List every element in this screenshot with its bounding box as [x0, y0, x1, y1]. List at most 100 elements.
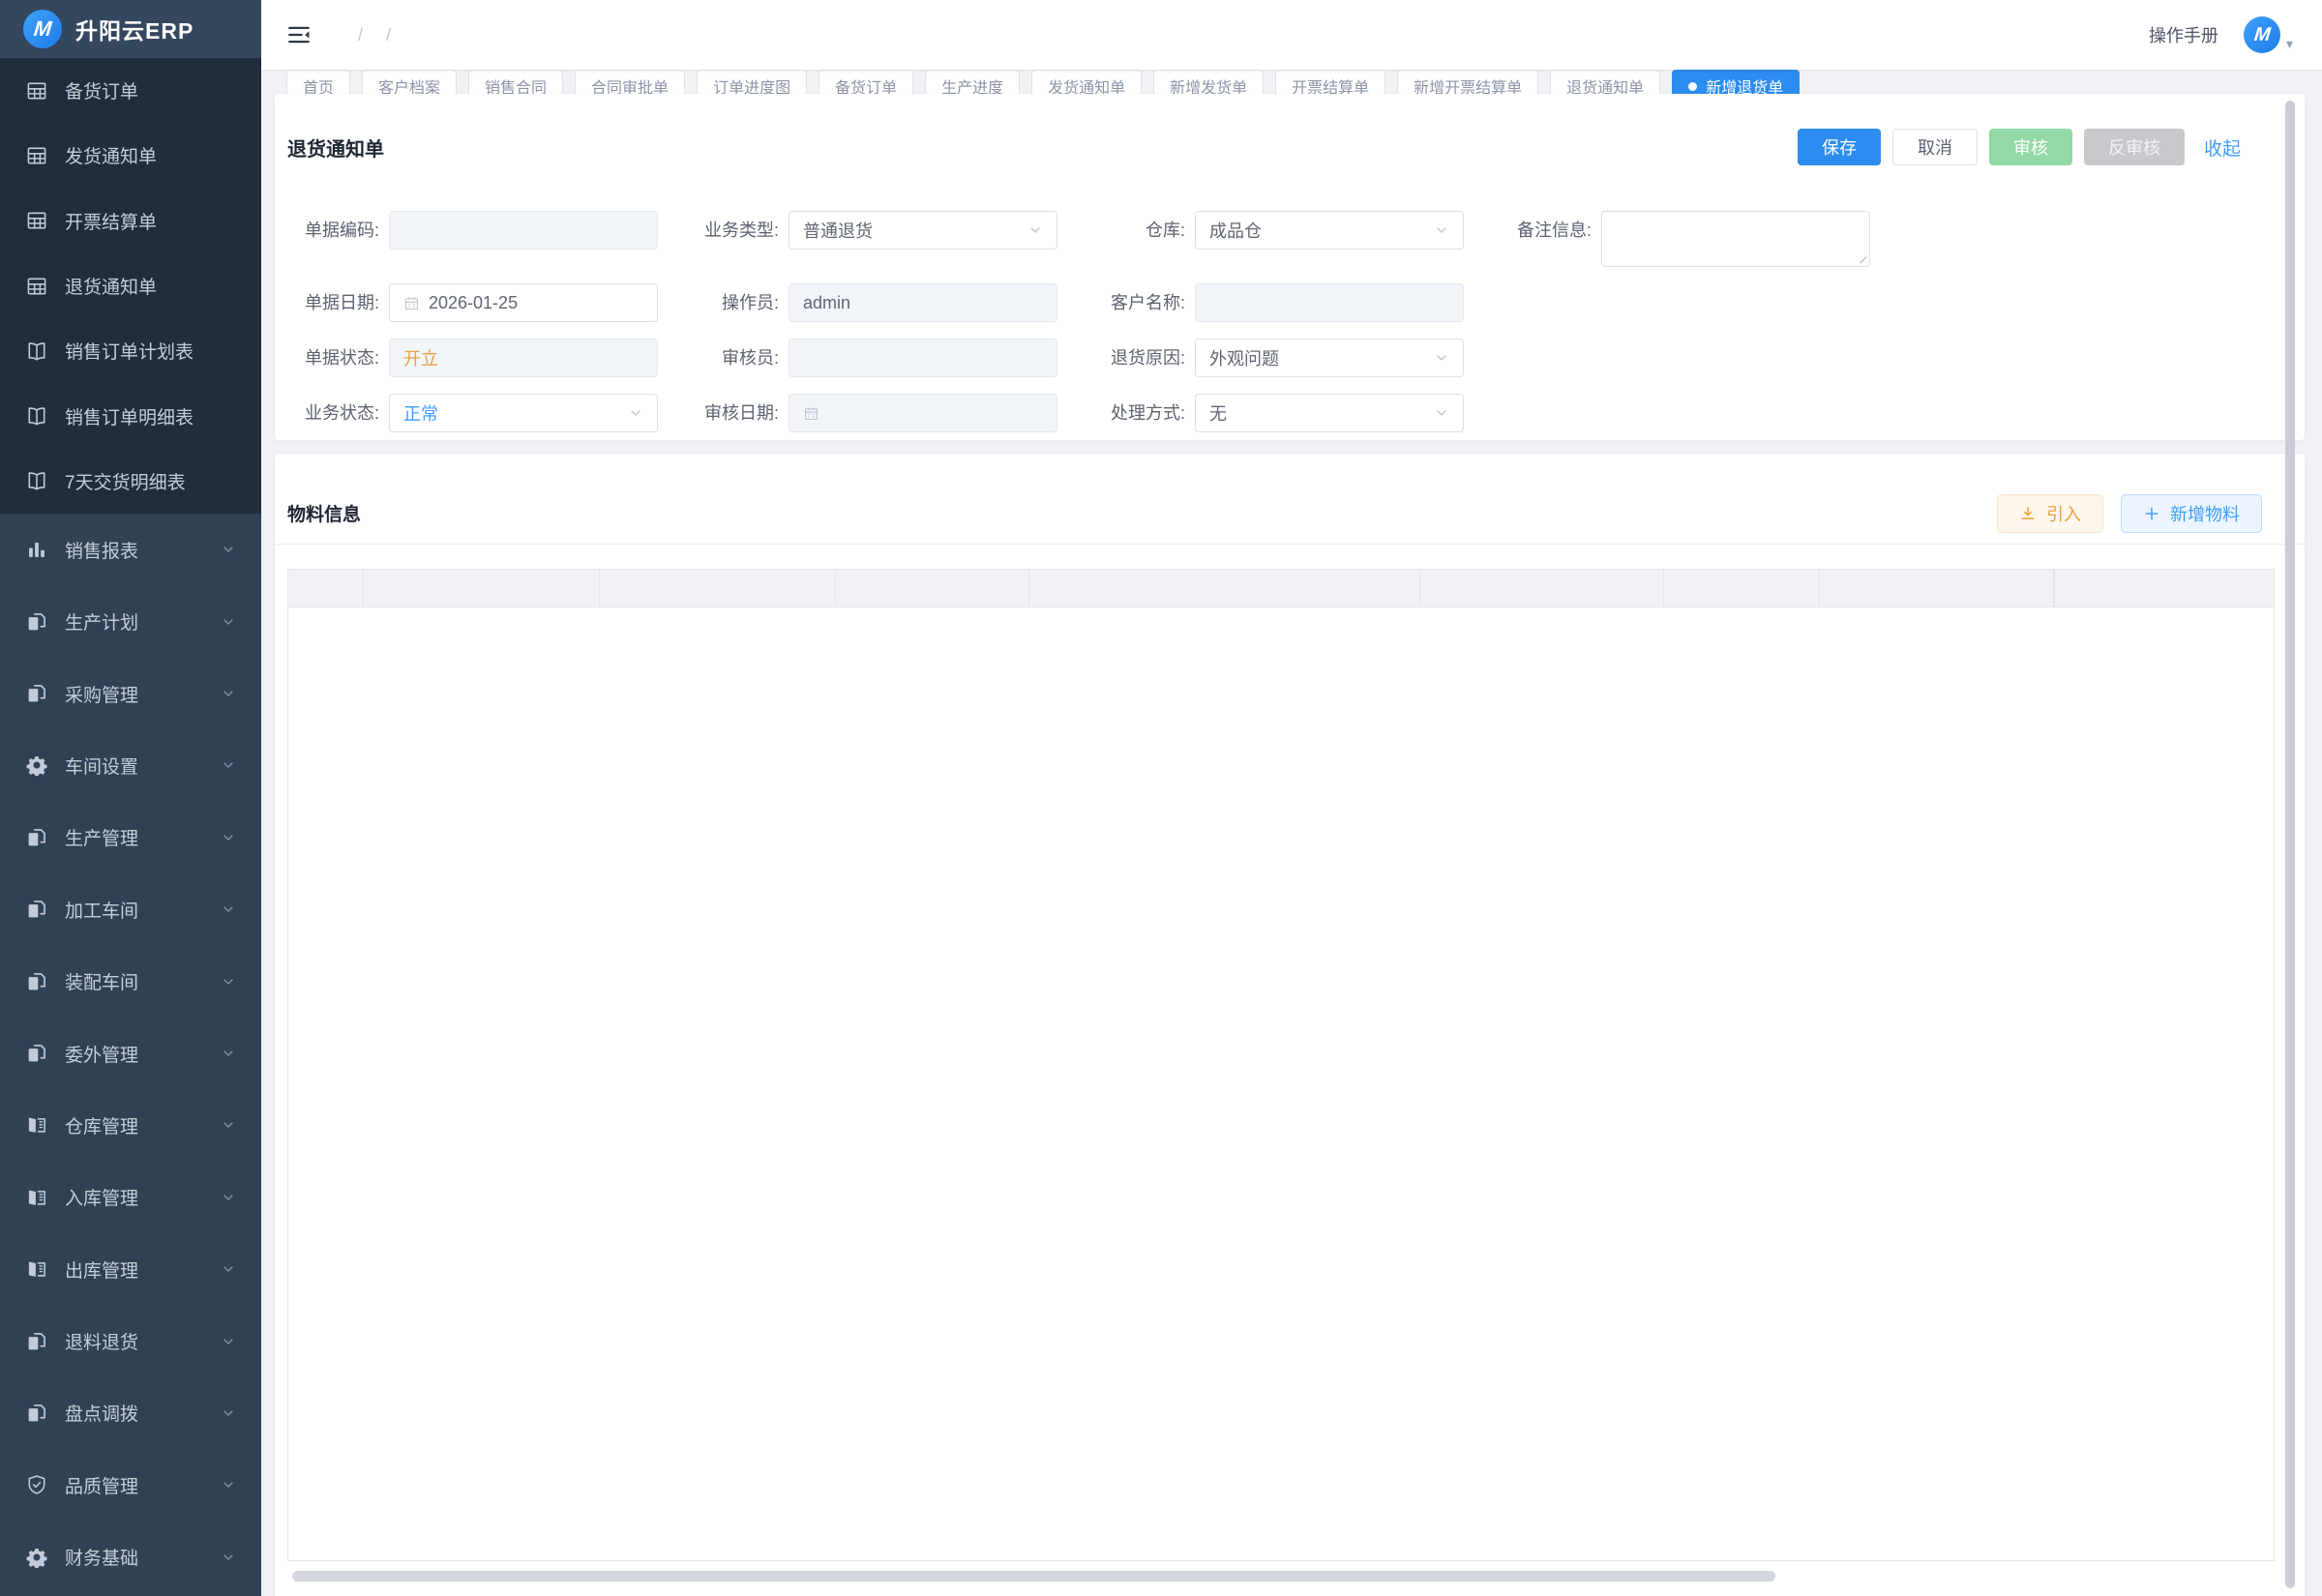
page-tab-label: 备货订单 — [835, 74, 897, 94]
sidebar-item[interactable]: 财务基础 — [0, 1522, 261, 1593]
chart-icon — [26, 539, 47, 560]
page-tab[interactable]: 销售合同 — [468, 70, 563, 94]
sidebar-item[interactable]: 品质管理 — [0, 1449, 261, 1521]
sidebar-item[interactable]: 生产计划 — [0, 585, 261, 657]
read-icon — [26, 1114, 47, 1136]
sidebar-item[interactable]: 退货通知单 — [0, 253, 261, 318]
sidebar-item[interactable]: 出库管理 — [0, 1233, 261, 1305]
remark-label: 备注信息: — [1464, 211, 1601, 250]
sidebar-item[interactable]: 车间设置 — [0, 729, 261, 801]
warehouse-select[interactable]: 成品仓 — [1195, 211, 1464, 250]
biz-status-select[interactable]: 正常 — [389, 394, 658, 432]
status-input[interactable]: 开立 — [389, 339, 658, 377]
sidebar-item[interactable]: 发货通知单 — [0, 123, 261, 188]
manual-link[interactable]: 操作手册 — [2149, 22, 2218, 47]
page-tab[interactable]: 开票结算单 — [1275, 70, 1385, 94]
handle-select[interactable]: 无 — [1195, 394, 1464, 432]
chevron-down-icon — [221, 1477, 236, 1493]
page-tab-label: 订单进度图 — [713, 74, 790, 94]
return-notice-card: 退货通知单 保存 取消 审核 反审核 收起 单据编码: 业务类型: — [275, 94, 2305, 440]
sidebar-item[interactable]: 盘点调拨 — [0, 1377, 261, 1449]
operator-input[interactable]: admin — [789, 283, 1057, 322]
page-tab[interactable]: 新增退货单 — [1672, 70, 1800, 94]
sidebar-item[interactable]: 加工车间 — [0, 873, 261, 945]
caret-down-icon[interactable]: ▾ — [2286, 36, 2293, 52]
audit-button[interactable]: 审核 — [1989, 129, 2072, 165]
form-row: 单据状态: 开立 审核员: 退货原因: 外观问题 — [287, 339, 2305, 377]
reason-select[interactable]: 外观问题 — [1195, 339, 1464, 377]
topbar-right: 操作手册 M ▾ — [2149, 16, 2293, 53]
audit-date-picker[interactable] — [789, 394, 1057, 432]
main-area: 操作手册 M ▾ 首页 客户档案 销售合同 合同审批单 — [261, 0, 2322, 1596]
sidebar-item[interactable]: 委外管理 — [0, 1018, 261, 1089]
page-tab-label: 退货通知单 — [1566, 74, 1644, 94]
code-input[interactable] — [389, 211, 658, 250]
table-icon — [26, 210, 47, 231]
page-tab-label: 新增发货单 — [1170, 74, 1247, 94]
page-tab[interactable]: 退货通知单 — [1550, 70, 1660, 94]
page-tab[interactable]: 客户档案 — [362, 70, 457, 94]
breadcrumb-item[interactable] — [346, 25, 374, 45]
page-tab[interactable]: 生产进度 — [925, 70, 1020, 94]
cancel-button[interactable]: 取消 — [1892, 129, 1978, 165]
collapse-link[interactable]: 收起 — [2204, 134, 2241, 161]
add-material-button[interactable]: 新增物料 — [2121, 494, 2262, 533]
sidebar-item[interactable]: 销售订单明细表 — [0, 383, 261, 448]
avatar[interactable]: M — [2244, 16, 2280, 53]
page-title: 退货通知单 — [287, 133, 384, 162]
sidebar-item[interactable]: 仓库管理 — [0, 1089, 261, 1161]
materials-header: 物料信息 引入 新增物料 — [275, 454, 2305, 545]
import-button[interactable]: 引入 — [1997, 494, 2103, 533]
sidebar-item[interactable]: 7天交货明细表 — [0, 449, 261, 514]
chevron-down-icon — [221, 830, 236, 845]
sidebar-item[interactable]: 生产管理 — [0, 802, 261, 873]
sidebar-item[interactable]: 采购管理 — [0, 658, 261, 729]
sidebar-item[interactable]: 开票结算单 — [0, 189, 261, 253]
page-tab[interactable]: 新增开票结算单 — [1397, 70, 1538, 94]
biz-type-select[interactable]: 普通退货 — [789, 211, 1057, 250]
chevron-down-icon — [221, 1190, 236, 1205]
page-tab-label: 发货通知单 — [1048, 74, 1125, 94]
save-button[interactable]: 保存 — [1798, 129, 1881, 165]
sidebar-item[interactable]: 入库管理 — [0, 1162, 261, 1233]
chevron-down-icon — [628, 405, 643, 421]
sidebar-menu: 备货订单 发货通知单 开票结算单 退货通知单 销售订单计划表 — [0, 58, 261, 1593]
chevron-down-icon — [1434, 222, 1449, 238]
chevron-down-icon — [221, 614, 236, 630]
sidebar-item-label: 生产计划 — [65, 608, 138, 635]
customer-input[interactable] — [1195, 283, 1464, 322]
page-tab[interactable]: 合同审批单 — [575, 70, 685, 94]
date-picker[interactable]: 2026-01-25 — [389, 283, 658, 322]
remark-textarea[interactable] — [1601, 211, 1870, 267]
menu-collapse-icon[interactable] — [286, 22, 312, 47]
sidebar-item-label: 盘点调拨 — [65, 1400, 138, 1426]
breadcrumb-item[interactable] — [374, 25, 402, 45]
reason-label: 退货原因: — [1057, 339, 1195, 377]
chevron-down-icon — [1027, 222, 1043, 238]
unaudit-button[interactable]: 反审核 — [2084, 129, 2185, 165]
auditor-input[interactable] — [789, 339, 1057, 377]
vertical-scrollbar[interactable] — [2285, 101, 2295, 1588]
gear-icon — [26, 1547, 47, 1568]
page-tab[interactable]: 备货订单 — [819, 70, 913, 94]
page-tab[interactable]: 订单进度图 — [697, 70, 807, 94]
materials-table — [287, 569, 2275, 1561]
sidebar-item-label: 品质管理 — [65, 1472, 138, 1498]
date-label: 单据日期: — [287, 283, 389, 322]
book-icon — [26, 470, 47, 491]
page-tab[interactable]: 首页 — [286, 70, 350, 94]
page-tab[interactable]: 新增发货单 — [1153, 70, 1264, 94]
table-column-header — [364, 570, 600, 606]
table-icon — [26, 145, 47, 166]
status-badge: 开立 — [403, 345, 438, 370]
page-tab[interactable]: 发货通知单 — [1031, 70, 1142, 94]
table-icon — [26, 276, 47, 297]
sidebar-item-label: 仓库管理 — [65, 1112, 138, 1138]
table-column-header — [1420, 570, 1664, 606]
sidebar-item[interactable]: 装配车间 — [0, 945, 261, 1017]
sidebar-item[interactable]: 销售报表 — [0, 514, 261, 585]
sidebar-item[interactable]: 退料退货 — [0, 1305, 261, 1376]
sidebar-item[interactable]: 销售订单计划表 — [0, 318, 261, 383]
sidebar-item[interactable]: 备货订单 — [0, 58, 261, 123]
horizontal-scrollbar[interactable] — [292, 1571, 1775, 1581]
